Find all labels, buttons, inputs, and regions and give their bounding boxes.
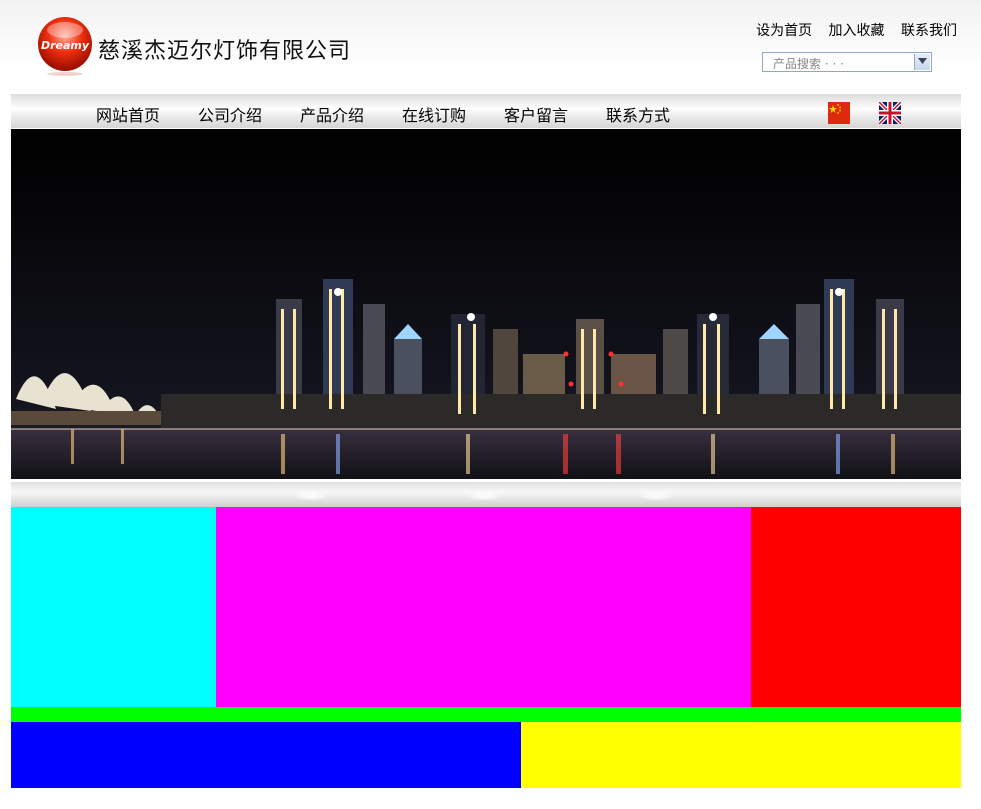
placeholder-block-red — [751, 507, 961, 707]
banner-image — [11, 129, 961, 479]
main-nav: 网站首页 公司介绍 产品介绍 在线订购 客户留言 联系方式 — [11, 94, 961, 128]
company-name: 慈溪杰迈尔灯饰有限公司 — [98, 39, 352, 64]
nav-products[interactable]: 产品介绍 — [300, 102, 364, 126]
nav-message[interactable]: 客户留言 — [504, 102, 568, 126]
dreamy-logo-icon: Dreamy — [38, 17, 92, 76]
product-search-select[interactable]: 产品搜索 · · · — [762, 52, 932, 72]
top-links: 设为首页 加入收藏 联系我们 — [744, 20, 957, 40]
nav-home[interactable]: 网站首页 — [96, 102, 160, 126]
nav-contact[interactable]: 联系方式 — [606, 102, 670, 126]
placeholder-block-green — [11, 707, 961, 722]
svg-text:Dreamy: Dreamy — [41, 39, 90, 52]
nav-order[interactable]: 在线订购 — [402, 102, 466, 126]
china-flag-icon[interactable] — [828, 102, 850, 124]
search-placeholder: 产品搜索 · · · — [773, 57, 844, 71]
decorative-strip — [11, 482, 961, 507]
chevron-down-icon[interactable] — [914, 54, 930, 70]
placeholder-block-magenta — [216, 507, 751, 707]
add-favorite-link[interactable]: 加入收藏 — [829, 23, 885, 39]
nav-about[interactable]: 公司介绍 — [198, 102, 262, 126]
placeholder-block-cyan — [11, 507, 216, 707]
placeholder-block-yellow — [521, 722, 961, 788]
contact-us-link[interactable]: 联系我们 — [901, 23, 957, 39]
set-homepage-link[interactable]: 设为首页 — [756, 23, 812, 39]
uk-flag-icon[interactable] — [877, 100, 903, 126]
placeholder-block-blue — [11, 722, 521, 788]
logo[interactable]: Dreamy — [35, 16, 95, 76]
